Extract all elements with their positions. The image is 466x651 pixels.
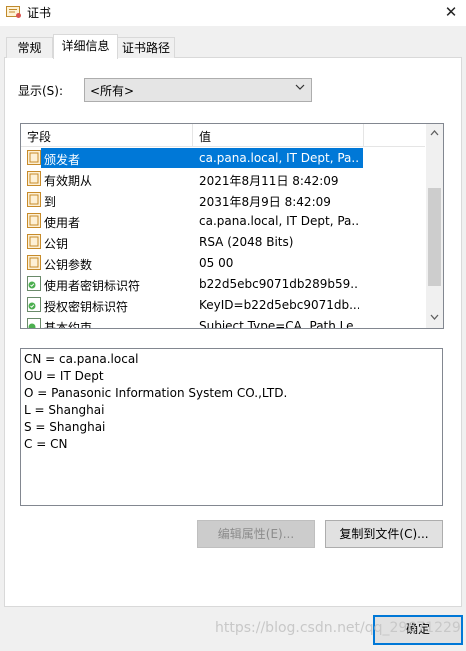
tab-certification-path[interactable]: 证书路径 <box>117 37 175 58</box>
tab-details[interactable]: 详细信息 <box>53 34 118 59</box>
detail-line: OU = IT Dept <box>24 369 104 383</box>
field-value: RSA (2048 Bits) <box>199 235 294 249</box>
list-item[interactable]: 使用者密钥标识符 b22d5ebc9071db289b59... <box>21 274 425 295</box>
fields-list[interactable]: 字段 值 颁发者 ca.pana.local, IT Dept, Pa... 有… <box>20 123 444 329</box>
list-item[interactable]: 有效期从 2021年8月11日 8:42:09 <box>21 169 425 190</box>
cert-field-icon <box>27 192 41 207</box>
list-item[interactable]: 授权密钥标识符 KeyID=b22d5ebc9071db... <box>21 295 425 316</box>
field-name: 使用者 <box>44 216 81 230</box>
title-bar: 证书 ✕ <box>0 0 466 26</box>
cert-field-icon <box>27 213 41 228</box>
cert-extension-icon <box>27 276 41 291</box>
column-divider[interactable] <box>363 124 364 146</box>
field-value: ca.pana.local, IT Dept, Pa... <box>199 214 359 228</box>
show-select[interactable]: <所有> <box>84 78 312 102</box>
field-name: 使用者密钥标识符 <box>44 279 141 293</box>
list-item[interactable]: 公钥 RSA (2048 Bits) <box>21 232 425 253</box>
watermark: https://blog.csdn.net/qq_29671229 <box>215 620 461 636</box>
cert-extension-icon <box>27 297 41 312</box>
field-value: b22d5ebc9071db289b59... <box>199 277 359 291</box>
cert-field-icon <box>27 234 41 249</box>
cert-field-icon <box>27 171 41 186</box>
window-title: 证书 <box>27 6 52 20</box>
field-value: 2031年8月9日 8:42:09 <box>199 195 331 209</box>
column-header-value[interactable]: 值 <box>199 128 211 145</box>
field-value: KeyID=b22d5ebc9071db... <box>199 298 359 312</box>
field-value: 05 00 <box>199 256 234 270</box>
detail-line: C = CN <box>24 437 68 451</box>
field-value: Subject Type=CA, Path Le... <box>199 319 359 329</box>
field-value: 2021年8月11日 8:42:09 <box>199 174 339 188</box>
field-name: 授权密钥标识符 <box>44 300 129 314</box>
field-name: 基本约束 <box>44 321 93 329</box>
scroll-up-icon[interactable] <box>426 126 443 140</box>
detail-line: CN = ca.pana.local <box>24 352 139 366</box>
list-item[interactable]: 颁发者 ca.pana.local, IT Dept, Pa... <box>21 148 425 169</box>
chevron-down-icon <box>295 84 305 90</box>
copy-to-file-button[interactable]: 复制到文件(C)... <box>325 520 443 548</box>
field-value: ca.pana.local, IT Dept, Pa... <box>199 151 359 165</box>
tab-strip: 常规 详细信息 证书路径 <box>0 34 466 59</box>
field-name: 颁发者 <box>44 153 81 167</box>
field-name: 公钥 <box>44 237 69 251</box>
detail-textbox[interactable]: CN = ca.pana.local OU = IT Dept O = Pana… <box>20 348 443 506</box>
certificate-icon <box>6 6 21 18</box>
list-item[interactable]: 使用者 ca.pana.local, IT Dept, Pa... <box>21 211 425 232</box>
list-item[interactable]: 公钥参数 05 00 <box>21 253 425 274</box>
field-name: 有效期从 <box>44 174 93 188</box>
tab-general[interactable]: 常规 <box>6 37 53 58</box>
close-icon: ✕ <box>444 3 458 21</box>
cert-field-icon <box>27 150 41 165</box>
field-name: 到 <box>44 195 57 209</box>
detail-line: S = Shanghai <box>24 420 106 434</box>
close-button[interactable]: ✕ <box>440 2 462 22</box>
scroll-thumb[interactable] <box>428 188 441 286</box>
show-select-value: <所有> <box>90 84 135 98</box>
list-item[interactable]: 到 2031年8月9日 8:42:09 <box>21 190 425 211</box>
cert-field-icon <box>27 255 41 270</box>
detail-line: L = Shanghai <box>24 403 105 417</box>
detail-line: O = Panasonic Information System CO.,LTD… <box>24 386 288 400</box>
field-name: 公钥参数 <box>44 258 93 272</box>
cert-extension-icon <box>27 318 41 328</box>
list-item[interactable]: 基本约束 Subject Type=CA, Path Le... <box>21 316 425 329</box>
column-header-field[interactable]: 字段 <box>27 128 51 145</box>
vertical-scrollbar[interactable] <box>426 124 443 328</box>
list-header: 字段 值 <box>21 124 425 147</box>
edit-properties-button[interactable]: 编辑属性(E)... <box>197 520 315 548</box>
scroll-down-icon[interactable] <box>426 310 443 324</box>
show-label: 显示(S): <box>18 84 64 98</box>
column-divider[interactable] <box>192 124 193 146</box>
